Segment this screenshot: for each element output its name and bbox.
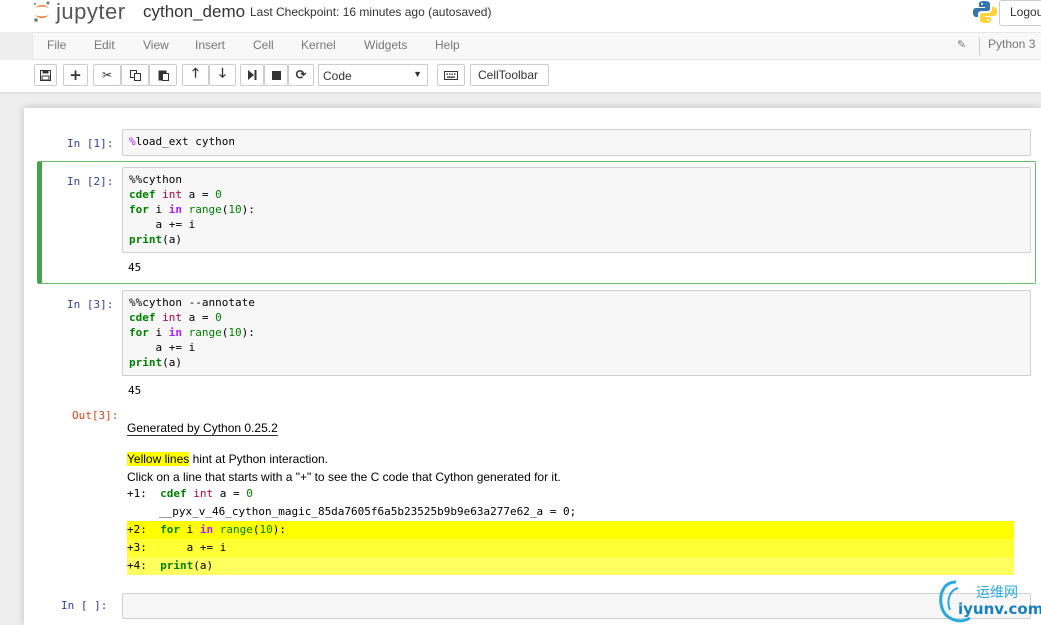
- cell-1-input[interactable]: %load_ext cython: [122, 129, 1031, 156]
- menu-widgets[interactable]: Widgets: [364, 38, 407, 52]
- code-line: print(a): [129, 356, 182, 369]
- code-line: cdef int a = 0: [129, 188, 222, 201]
- yellow-lines-label: Yellow lines: [127, 452, 190, 466]
- menu-view[interactable]: View: [143, 38, 169, 52]
- menu-cell[interactable]: Cell: [253, 38, 274, 52]
- save-icon: [40, 69, 51, 81]
- menu-kernel[interactable]: Kernel: [301, 38, 336, 52]
- run-button[interactable]: [240, 64, 264, 86]
- keyboard-icon: [444, 70, 458, 80]
- line-prefix: +2:: [127, 523, 147, 536]
- celltoolbar-button[interactable]: CellToolbar: [470, 64, 549, 86]
- cell-4-input[interactable]: [122, 593, 1031, 619]
- notebook-name[interactable]: cython_demo: [143, 2, 245, 22]
- cell-3-prompt: In [3]:: [67, 298, 114, 311]
- code-line: cdef int a = 0: [129, 311, 222, 324]
- annotated-line-1[interactable]: +1: cdef int a = 0: [127, 485, 1014, 503]
- copy-icon: [129, 69, 141, 81]
- jupyter-logo-icon: [34, 1, 50, 22]
- copy-button[interactable]: [121, 64, 149, 86]
- cell-type-value: Code: [323, 69, 352, 83]
- yellow-lines-hint: Yellow lines hint at Python interaction.: [127, 452, 328, 466]
- annotated-line-4[interactable]: +4: print(a): [127, 557, 1014, 575]
- cell-3-stdout: 45: [128, 384, 142, 397]
- generated-c-code: __pyx_v_46_cython_magic_85da7605f6a5b235…: [159, 505, 577, 518]
- cell-3-input[interactable]: %%cython --annotate cdef int a = 0 for i…: [122, 290, 1031, 376]
- cut-icon: ✂: [101, 68, 113, 82]
- logo-text: jupyter: [56, 0, 126, 24]
- jupyter-logo[interactable]: jupyter: [32, 0, 126, 24]
- click-hint: Click on a line that starts with a "+" t…: [127, 470, 561, 484]
- watermark-cn-text: 运维网: [976, 585, 1018, 601]
- header: jupyter cython_demo Last Checkpoint: 16 …: [0, 0, 1041, 32]
- arrow-down-icon: 🡓: [219, 66, 226, 81]
- stop-icon: [271, 70, 281, 80]
- watermark-logo: 运维网 iyunv.com: [936, 578, 1041, 625]
- code-line: print(a): [129, 233, 182, 246]
- arrow-up-icon: 🡑: [192, 66, 199, 81]
- cell-2-input[interactable]: %%cython cdef int a = 0 for i in range(1…: [122, 167, 1031, 253]
- cut-button[interactable]: ✂: [93, 64, 121, 86]
- code-magic-token: %: [129, 135, 136, 148]
- cell-2-prompt: In [2]:: [67, 175, 114, 188]
- code-line: for i in range(10):: [129, 203, 255, 216]
- run-icon: [248, 70, 257, 80]
- paste-icon: [158, 70, 169, 81]
- restart-button[interactable]: ⟳: [288, 64, 314, 86]
- insert-cell-button[interactable]: +: [63, 64, 88, 86]
- line-prefix: +1:: [127, 487, 147, 500]
- cell-2-output: 45: [128, 261, 142, 274]
- menu-file[interactable]: File: [47, 38, 66, 52]
- dropdown-arrow-icon: ▼: [413, 69, 422, 79]
- restart-icon: ⟳: [295, 67, 307, 83]
- move-down-button[interactable]: 🡓: [209, 64, 236, 86]
- menu-help[interactable]: Help: [435, 38, 460, 52]
- edit-mode-pencil-icon: ✎: [957, 38, 967, 51]
- command-palette-button[interactable]: [437, 64, 465, 86]
- line-prefix: +3:: [127, 541, 147, 554]
- cell-type-select[interactable]: Code ▼: [318, 64, 428, 86]
- paste-button[interactable]: [149, 64, 177, 86]
- save-button[interactable]: [34, 64, 57, 86]
- menu-bar: File Edit View Insert Cell Kernel Widget…: [32, 32, 1041, 60]
- watermark-url-text: iyunv.com: [958, 600, 1041, 618]
- hint-rest: hint at Python interaction.: [189, 452, 329, 466]
- cell-4-prompt: In [ ]:: [61, 599, 108, 612]
- annotated-line-3[interactable]: +3: a += i: [127, 539, 1014, 557]
- code-line: a += i: [129, 218, 196, 231]
- menu-edit[interactable]: Edit: [94, 38, 115, 52]
- python-logo-icon: [973, 1, 997, 23]
- cython-version-link[interactable]: Generated by Cython 0.25.2: [127, 421, 278, 436]
- line-prefix: +4:: [127, 559, 147, 572]
- kernel-indicator: Python 3: [979, 37, 1035, 55]
- checkpoint-status: Last Checkpoint: 16 minutes ago (autosav…: [250, 5, 492, 19]
- annotated-line-2[interactable]: +2: for i in range(10):: [127, 521, 1014, 539]
- code-line: %%cython: [129, 173, 182, 186]
- code-line-text: load_ext cython: [135, 135, 235, 148]
- logout-button[interactable]: Logout: [999, 0, 1041, 26]
- move-up-button[interactable]: 🡑: [182, 64, 209, 86]
- code-line: %%cython --annotate: [129, 296, 255, 309]
- plus-icon: +: [69, 66, 82, 84]
- interrupt-button[interactable]: [264, 64, 288, 86]
- menu-insert[interactable]: Insert: [195, 38, 225, 52]
- header-divider: [0, 92, 1041, 95]
- code-line: a += i: [129, 341, 196, 354]
- cell-1-prompt: In [1]:: [67, 137, 114, 150]
- toolbar: + ✂ 🡑 🡓 ⟳ Code ▼ CellToolbar: [0, 60, 1041, 92]
- out-3-prompt: Out[3]:: [72, 409, 119, 422]
- code-line: for i in range(10):: [129, 326, 255, 339]
